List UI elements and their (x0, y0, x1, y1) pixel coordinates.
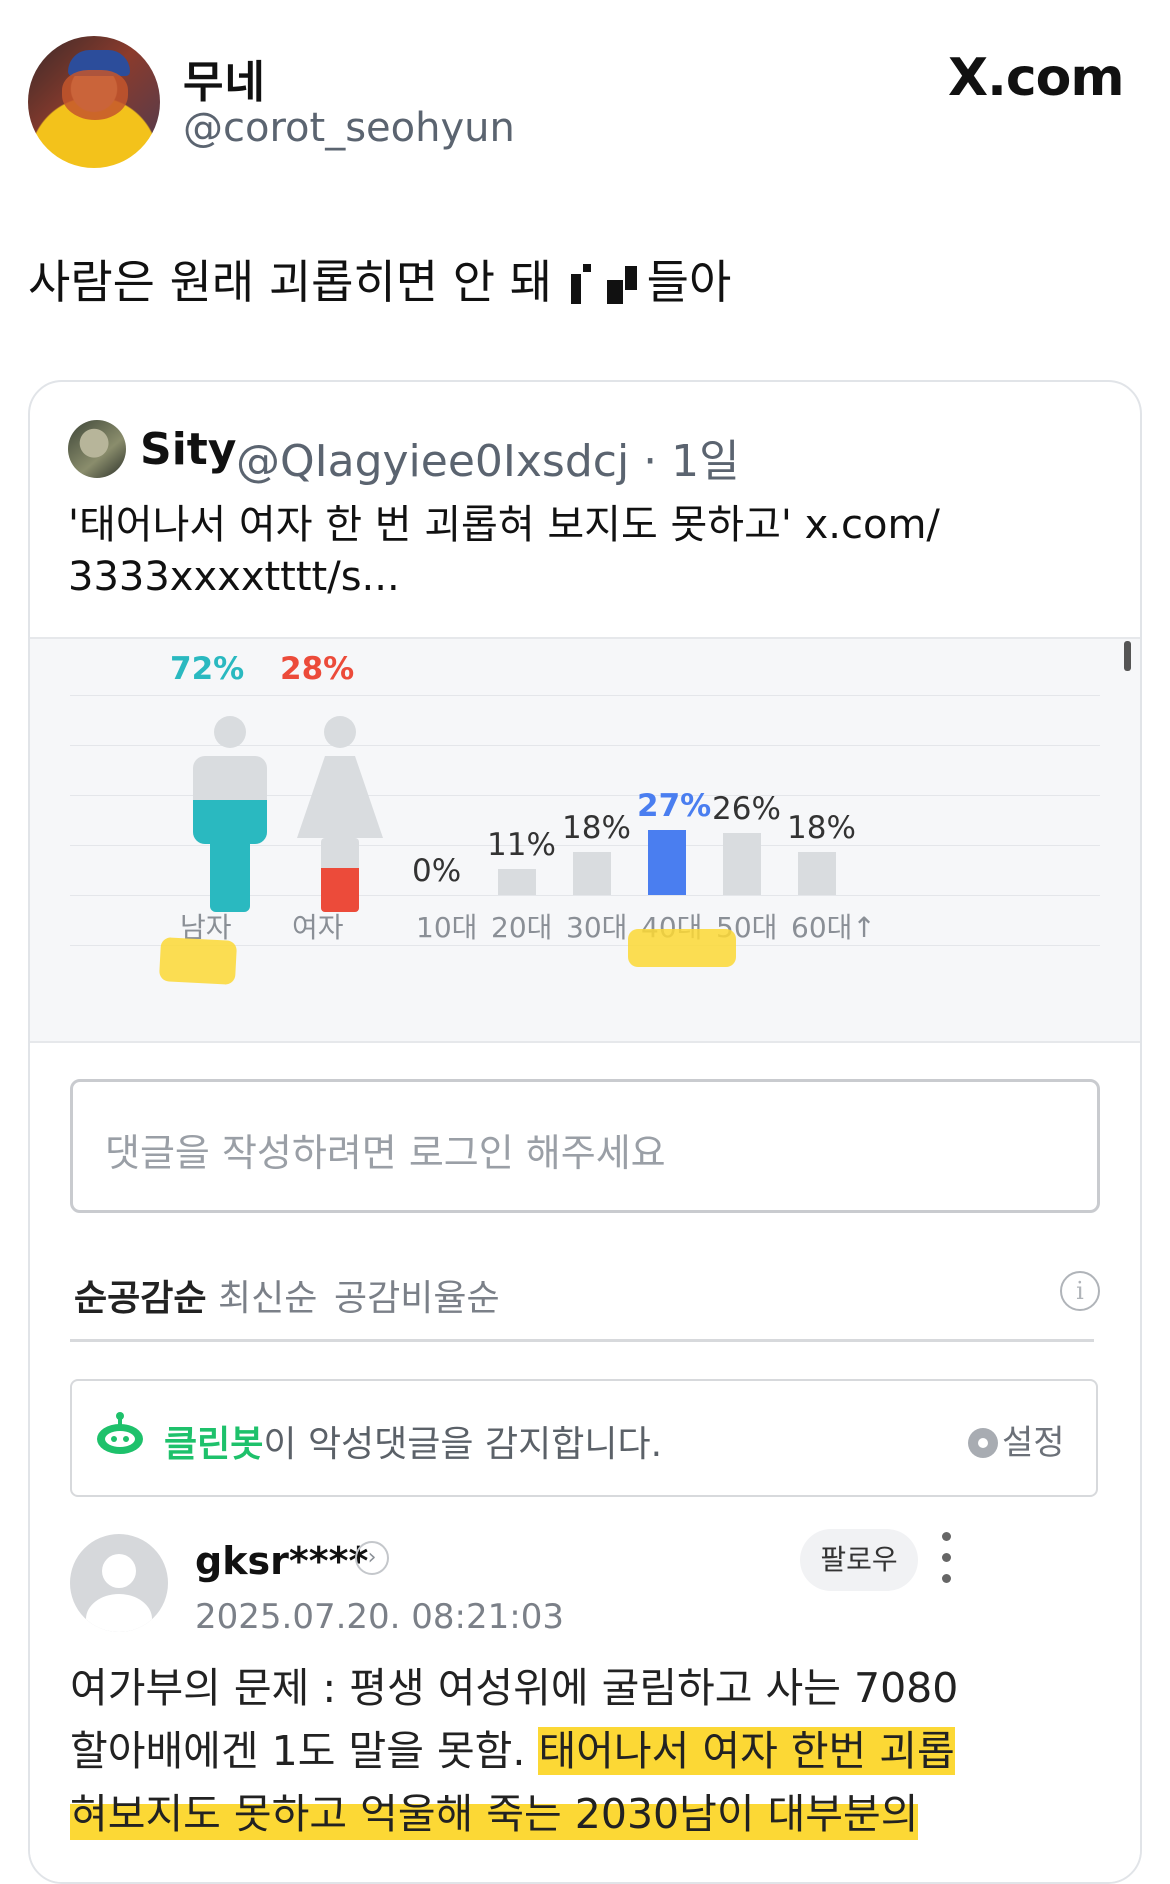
avatar-hair (62, 70, 128, 120)
female-percent-label: 28% (280, 651, 355, 687)
quoted-author-avatar (68, 420, 126, 478)
age-bar-4 (723, 833, 761, 895)
tab-top-likes[interactable]: 순공감순 (74, 1269, 206, 1321)
cleanbot-brand[interactable]: 클린봇 (164, 1424, 263, 1465)
comment-line2-plain: 할아배에겐 1도 말을 못함. (70, 1727, 539, 1775)
cleanbot-robot-icon (97, 1412, 143, 1454)
scrollbar-thumb[interactable] (1124, 641, 1131, 671)
marker-highlight-40s (628, 929, 736, 967)
sort-tabs: 순공감순 최신순 공감비율순 i (70, 1249, 1100, 1342)
age-axis-label-5: 60대↑ (791, 911, 876, 944)
comment-line1: 여가부의 문제 : 평생 여성위에 굴림하고 사는 7080 (70, 1664, 959, 1712)
age-bar-3 (648, 830, 686, 895)
male-head (214, 716, 246, 748)
gear-icon (968, 1428, 998, 1458)
age-axis-label-1: 20대 (491, 911, 553, 944)
age-bar-5 (798, 852, 836, 895)
comment-input[interactable]: 댓글을 작성하려면 로그인 해주세요 (70, 1079, 1100, 1213)
more-options-icon[interactable] (942, 1532, 954, 1592)
settings-button[interactable]: 설정 (968, 1415, 1065, 1464)
quoted-author-name: Sity (140, 424, 237, 475)
avatar-body (86, 1594, 152, 1632)
age-bar-label-1: 11% (487, 827, 556, 863)
age-bar-2 (573, 852, 611, 895)
comment-line3: 혀보지도 못하고 억울해 죽는 2030남이 대부분의 (70, 1780, 919, 1840)
age-bar-label-4: 26% (712, 791, 781, 827)
censored-word (566, 260, 647, 306)
female-axis-label: 여자 (292, 911, 344, 944)
demographic-chart: 72% 28% 남자 여자 0% 10대 11% 20대 18% 30대 27% 40대 26%… (30, 639, 1140, 1043)
commenter-avatar[interactable] (70, 1534, 168, 1632)
settings-label: 설정 (1002, 1423, 1065, 1463)
female-figure-icon (297, 716, 383, 912)
age-bar-1 (498, 869, 536, 895)
commenter-username[interactable]: gksr**** (195, 1539, 368, 1583)
age-bar-label-3: 27% (637, 788, 712, 824)
comment-timestamp: 2025.07.20. 08:21:03 (195, 1597, 564, 1637)
tweet-text-before: 사람은 원래 괴롭히면 안 돼 (28, 255, 567, 309)
follow-button[interactable]: 팔로우 (800, 1529, 918, 1591)
embedded-screenshot: 72% 28% 남자 여자 0% 10대 11% 20대 18% 30대 27% 40대 26%… (30, 637, 1140, 1882)
male-fill-bar (210, 834, 250, 912)
age-axis-label-2: 30대 (566, 911, 628, 944)
age-bar-label-2: 18% (562, 810, 631, 846)
tweet-text-after: 들아 (646, 255, 732, 309)
quoted-text-line2: 3333xxxxtttt/s... (68, 554, 400, 600)
chevron-right-icon[interactable]: › (355, 1541, 389, 1575)
quoted-tweet-card[interactable]: Sity @QIagyiee0Ixsdcj · 1일 '태어나서 여자 한 번 … (28, 380, 1142, 1884)
age-axis-label-0: 10대 (416, 911, 478, 944)
comment-line2: 할아배에겐 1도 말을 못함. 태어나서 여자 한번 괴롭 (70, 1717, 955, 1777)
female-head (324, 716, 356, 748)
tab-like-ratio[interactable]: 공감비율순 (334, 1269, 500, 1321)
male-figure-icon (193, 716, 267, 912)
female-dress (297, 756, 383, 838)
male-percent-label: 72% (170, 651, 245, 687)
author-name[interactable]: 무네 (183, 46, 266, 110)
author-handle[interactable]: @corot_seohyun (183, 105, 515, 151)
quoted-text-line1: '태어나서 여자 한 번 괴롭혀 보지도 못하고' x.com/ (68, 502, 940, 548)
age-bar-label-0: 0% (412, 853, 462, 889)
cleanbot-banner: 클린봇이 악성댓글을 감지합니다. 설정 (70, 1379, 1098, 1497)
quoted-author-handle: @QIagyiee0Ixsdcj · 1일 (236, 436, 740, 487)
tweet-text: 사람은 원래 괴롭히면 안 돼 들아 (28, 246, 731, 312)
info-icon[interactable]: i (1060, 1271, 1100, 1311)
avatar-head (102, 1554, 136, 1588)
marker-highlight-male (158, 937, 238, 985)
comment-line2-highlight: 태어나서 여자 한번 괴롭 (538, 1727, 955, 1775)
cleanbot-desc: 이 악성댓글을 감지합니다. (263, 1424, 663, 1465)
comment-input-placeholder: 댓글을 작성하려면 로그인 해주세요 (105, 1131, 666, 1175)
gridline (70, 695, 1100, 696)
author-avatar[interactable] (28, 36, 160, 168)
age-bar-label-5: 18% (787, 810, 856, 846)
x-logo: X.com (948, 48, 1125, 108)
tab-latest[interactable]: 최신순 (218, 1269, 317, 1321)
cleanbot-text: 클린봇이 악성댓글을 감지합니다. (164, 1415, 662, 1467)
